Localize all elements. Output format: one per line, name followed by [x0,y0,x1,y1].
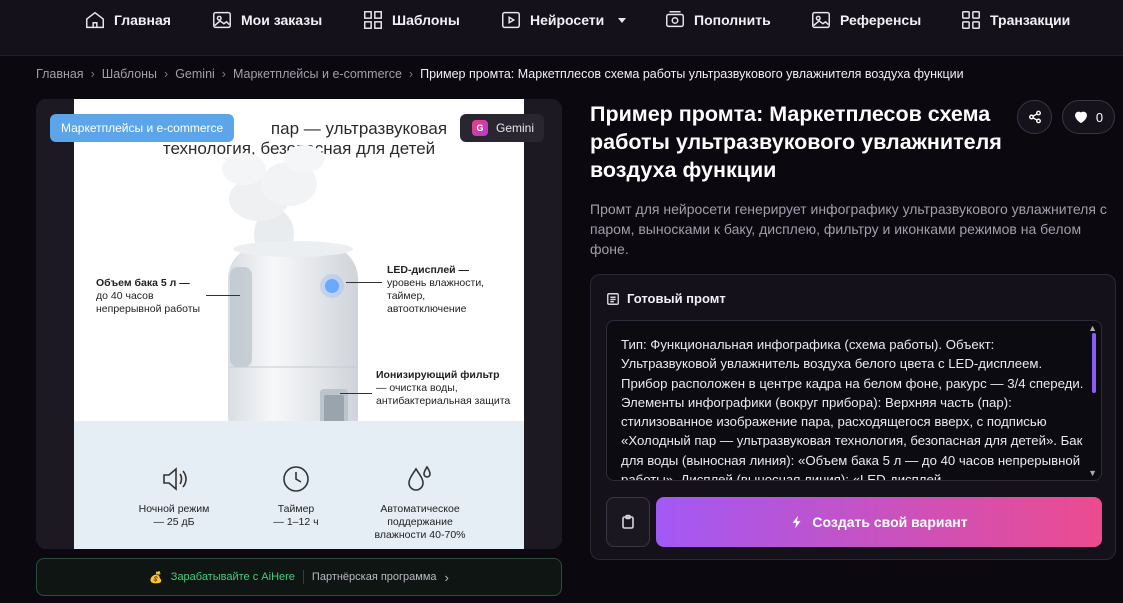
prompt-text-area[interactable]: Тип: Функциональная инфографика (схема р… [606,320,1102,481]
callout-line [340,393,372,394]
divider [302,570,304,584]
like-button[interactable]: 0 [1062,100,1115,134]
prompt-description: Промт для нейросети генерирует инфографи… [590,201,1107,257]
model-badge[interactable]: G Gemini [460,114,545,142]
image-icon [213,11,231,29]
clock-icon [283,466,309,492]
prompt-text: Тип: Функциональная инфографика (схема р… [621,337,1084,481]
grid-icon [962,11,980,29]
prompt-heading: Готовый промт [606,291,726,306]
document-icon [607,292,619,305]
breadcrumb-link[interactable]: Gemini [175,67,215,81]
nav-item-label: Главная [114,12,171,28]
play-icon [502,11,520,29]
nav-item-neural-networks[interactable]: Нейросети [500,8,627,32]
display-callout: LED-дисплей — уровень влажности, таймер,… [387,264,485,315]
nav-item-label: Пополнить [694,12,771,28]
nav-item-label: Референсы [840,12,922,28]
clipboard-icon [622,514,634,529]
scrollbar-thumb[interactable] [1092,333,1096,393]
breadcrumb-current: Пример промта: Маркетплесов схема работы… [420,67,964,81]
create-variant-button[interactable]: Создать свой вариант [656,497,1102,547]
nav-item-label: Транзакции [990,12,1071,28]
chevron-right-icon: › [164,67,169,81]
page-title: Пример промта: Маркетплесов схема работы… [590,102,1002,182]
prompt-heading-label: Готовый промт [627,291,726,306]
callout-line [206,295,240,296]
home-icon [86,11,104,29]
nav-item-label: Нейросети [530,12,605,28]
nav-item-transactions[interactable]: Транзакции [960,8,1070,32]
chevron-right-icon: › [221,67,226,81]
category-badge[interactable]: Маркетплейсы и e-commerce [50,114,235,142]
earn-text: Зарабатывайте с AiHere [170,571,295,583]
lightning-icon [793,515,801,529]
create-variant-label: Создать свой вариант [812,514,968,530]
coin-bag-icon: 💰 [149,571,163,584]
water-drop-icon [408,465,431,491]
prompt-card: Готовый промт Тип: Функциональная инфогр… [590,274,1116,560]
scroll-up-icon[interactable]: ▲ [1088,323,1097,333]
nav-item-templates[interactable]: Шаблоны [362,8,460,32]
nav-item-label: Мои заказы [241,12,323,28]
breadcrumb-link[interactable]: Главная [36,67,84,81]
partner-banner[interactable]: 💰 Зарабатывайте с AiHere Партнёрская про… [36,558,562,596]
share-button[interactable] [1017,100,1052,134]
nav-item-orders[interactable]: Мои заказы [211,8,322,32]
speaker-icon [163,467,187,491]
grid-icon [364,11,382,29]
chevron-right-icon: › [90,67,95,81]
scroll-down-icon[interactable]: ▼ [1088,468,1097,478]
feature-night-mode: Ночной режим — 25 дБ [114,463,234,529]
like-count: 0 [1095,109,1104,125]
callout-line [346,282,382,283]
gemini-icon: G [472,120,488,136]
wallet-icon [666,11,684,28]
nav-item-references[interactable]: Референсы [810,8,921,32]
filter-callout: Ионизирующий фильтр — очистка воды, анти… [376,369,511,407]
chevron-right-icon: › [408,67,414,81]
chevron-right-icon: › [444,569,449,585]
preview-card[interactable]: пар — ультразвуковая технология, безопас… [36,99,562,549]
tank-callout: Объем бака 5 л — до 40 часов непрерывной… [96,277,201,315]
share-icon [1028,110,1041,124]
breadcrumb-link[interactable]: Шаблоны [102,67,157,81]
breadcrumb: Главная › Шаблоны › Gemini › Маркетплейс… [36,67,964,81]
nav-item-home[interactable]: Главная [84,8,171,32]
preview-image: пар — ультразвуковая технология, безопас… [74,99,524,549]
top-navigation: Главная Мои заказы Шаблоны Нейросети Поп… [0,0,1123,56]
image-icon [812,11,830,29]
chevron-down-icon [618,17,627,23]
nav-item-label: Шаблоны [392,12,460,28]
copy-button[interactable] [606,497,650,547]
nav-item-topup[interactable]: Пополнить [664,8,771,32]
model-badge-label: Gemini [496,121,535,135]
feature-humidity: Автоматическое поддержание влажности 40-… [360,463,480,542]
feature-timer: Таймер — 1–12 ч [236,463,356,529]
partner-link[interactable]: Партнёрская программа [312,571,437,583]
heart-icon [1074,111,1087,124]
breadcrumb-link[interactable]: Маркетплейсы и e-commerce [233,67,402,81]
